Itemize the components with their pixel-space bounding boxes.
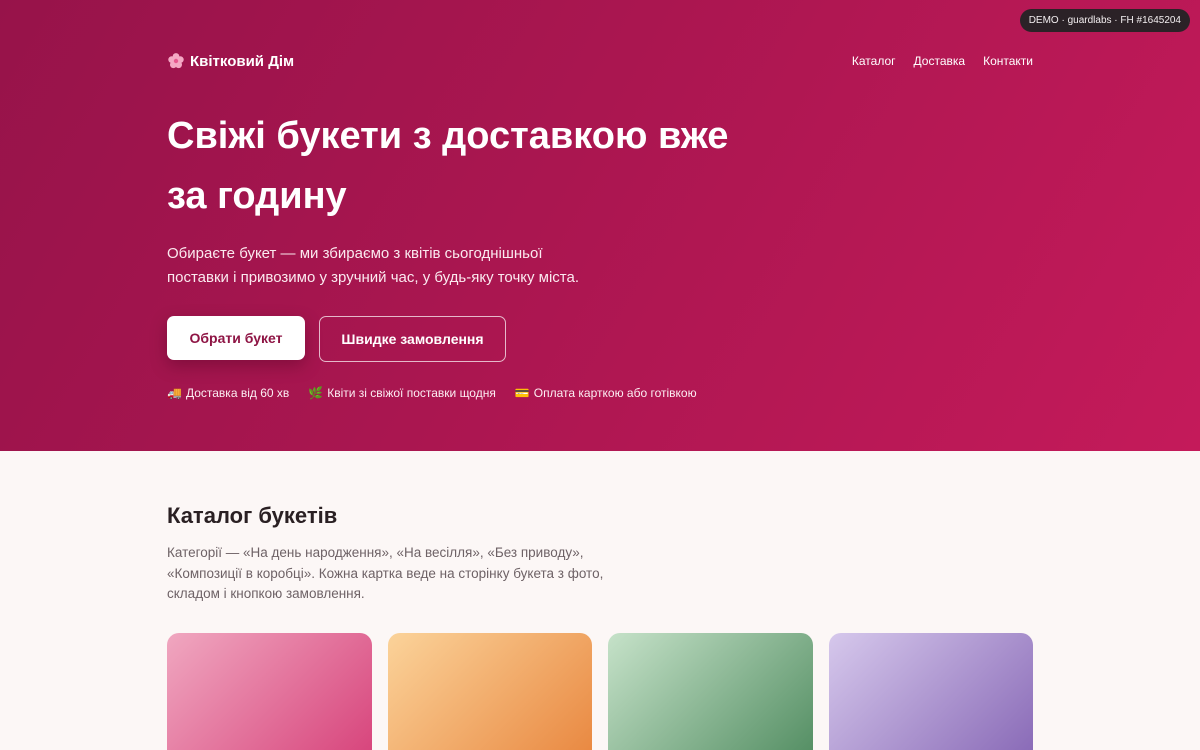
feature-label: Доставка від 60 хв <box>185 386 290 400</box>
catalog-section: Каталог букетів Категорії — «На день нар… <box>0 451 1200 750</box>
bouquet-card[interactable] <box>167 632 372 750</box>
card-icon: 💳 <box>514 386 530 400</box>
hero-cta-group: Обрати букет Швидке замовлення <box>167 316 1033 362</box>
nav-link-contacts[interactable]: Контакти <box>983 54 1033 68</box>
nav-links: Каталог Доставка Контакти <box>852 54 1033 68</box>
hero-lead: Обираєте букет — ми збираємо з квітів сь… <box>167 245 580 286</box>
hero-features: 🚚 Доставка від 60 хв 🌿 Квіти зі свіжої п… <box>167 386 1033 400</box>
choose-bouquet-button[interactable]: Обрати букет <box>167 316 305 360</box>
feature-label: Оплата карткою або готівкою <box>533 386 697 400</box>
hero-section: Квітковий Дім Каталог Доставка Контакти … <box>0 0 1200 451</box>
nav-link-delivery[interactable]: Доставка <box>914 54 966 68</box>
bouquet-card[interactable] <box>387 632 592 750</box>
feature-delivery: 🚚 Доставка від 60 хв <box>167 386 289 400</box>
truck-icon: 🚚 <box>167 386 182 400</box>
catalog-title: Каталог букетів <box>167 503 338 528</box>
flower-icon <box>167 52 185 70</box>
bouquet-card[interactable] <box>608 632 813 750</box>
leaf-icon: 🌿 <box>308 386 324 400</box>
nav-link-catalog[interactable]: Каталог <box>852 54 896 68</box>
feature-label: Квіти зі свіжої поставки щодня <box>327 386 496 400</box>
top-nav: Квітковий Дім Каталог Доставка Контакти <box>167 0 1033 70</box>
catalog-cards <box>167 632 1033 750</box>
hero-title: Свіжі букети з доставкою вже за годину <box>167 115 729 217</box>
bouquet-card[interactable] <box>828 632 1033 750</box>
brand-name: Квітковий Дім <box>190 52 295 70</box>
catalog-description: Категорії — «На день народження», «На ве… <box>167 545 604 601</box>
feature-payment: 💳 Оплата карткою або готівкою <box>515 386 697 400</box>
brand-logo[interactable]: Квітковий Дім <box>167 52 294 70</box>
demo-badge: DEMO · guardlabs · FH #1645204 <box>1019 9 1190 32</box>
feature-fresh: 🌿 Квіти зі свіжої поставки щодня <box>308 386 496 400</box>
quick-order-button[interactable]: Швидке замовлення <box>319 316 506 362</box>
